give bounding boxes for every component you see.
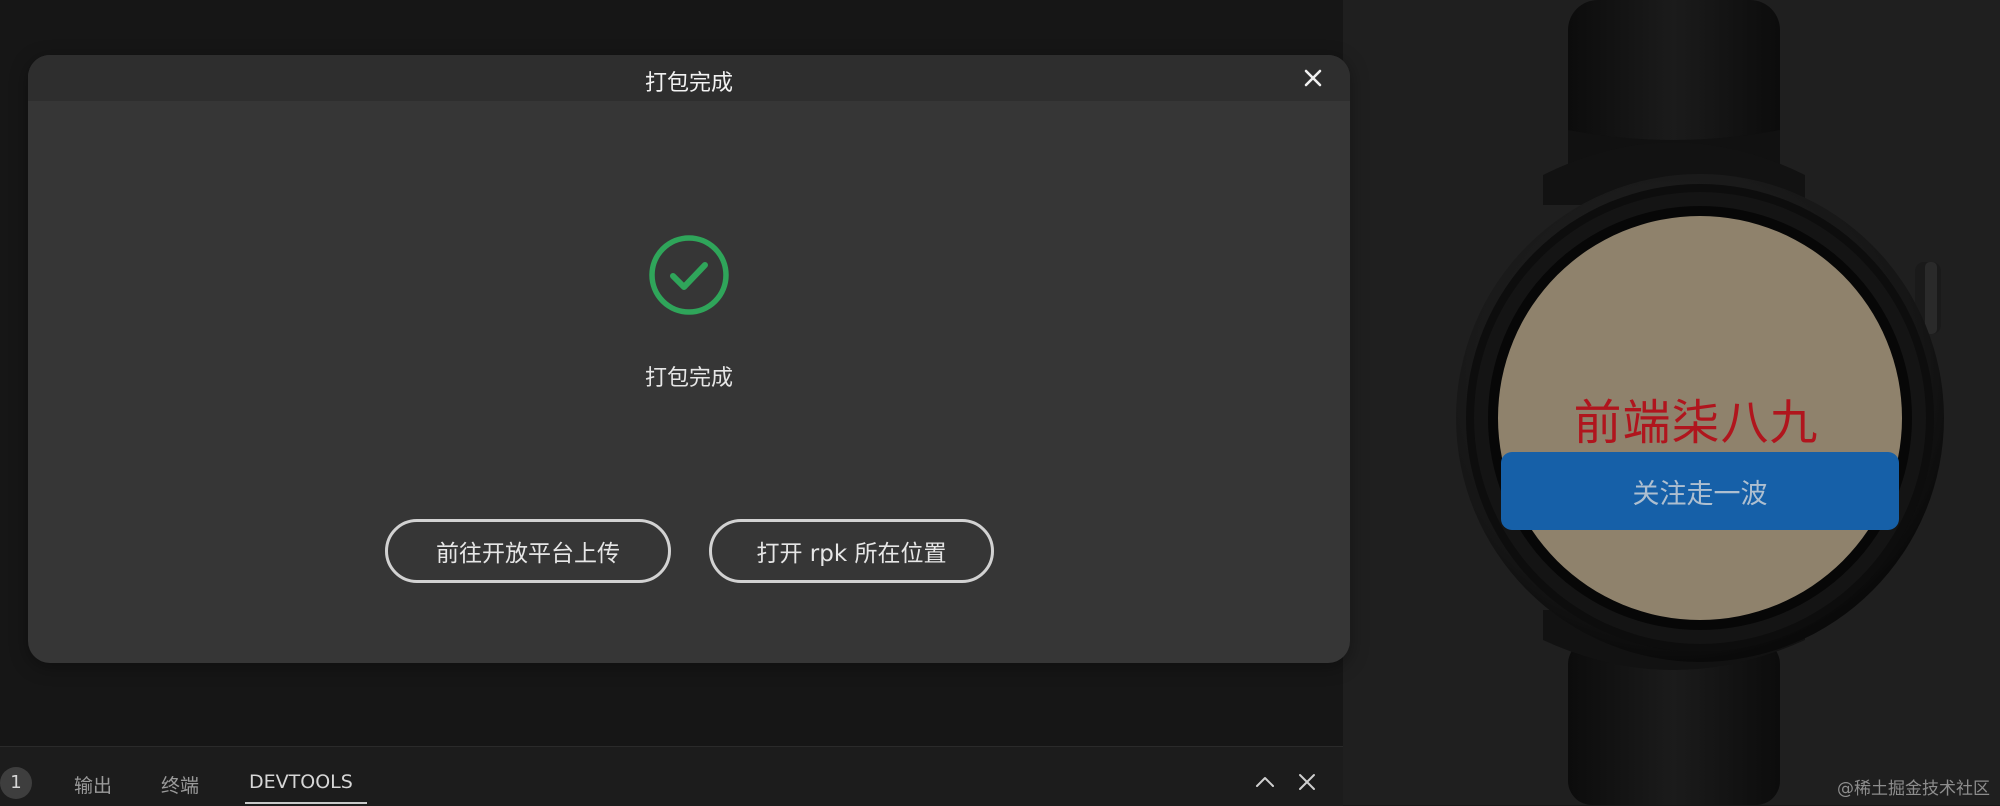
bottom-panel: 1 输出 终端 DEVTOOLS xyxy=(0,746,1343,806)
follow-button[interactable]: 关注走一波 xyxy=(1501,452,1899,530)
tab-output[interactable]: 输出 xyxy=(74,771,112,798)
check-circle-icon xyxy=(647,233,731,317)
status-text: 打包完成 xyxy=(644,366,733,391)
watch-title: 前端柒八九 xyxy=(1573,395,1819,451)
open-rpk-location-button[interactable]: 打开 rpk 所在位置 xyxy=(709,519,994,583)
watermark: @稀土掘金技术社区 xyxy=(1837,779,1990,799)
upload-to-platform-button[interactable]: 前往开放平台上传 xyxy=(385,519,671,583)
close-icon[interactable] xyxy=(1294,769,1320,795)
tab-terminal[interactable]: 终端 xyxy=(161,771,199,798)
dialog-header: 打包完成 xyxy=(28,55,1350,101)
dialog-title: 打包完成 xyxy=(644,71,733,96)
build-complete-dialog: 打包完成 打包完成 前往开放平台上传 打开 rpk 所在位置 xyxy=(28,55,1350,663)
close-icon[interactable] xyxy=(1298,63,1328,93)
notification-badge[interactable]: 1 xyxy=(0,767,32,799)
chevron-up-icon[interactable] xyxy=(1252,769,1278,795)
tab-devtools[interactable]: DEVTOOLS xyxy=(249,771,353,793)
active-tab-indicator xyxy=(245,802,367,804)
